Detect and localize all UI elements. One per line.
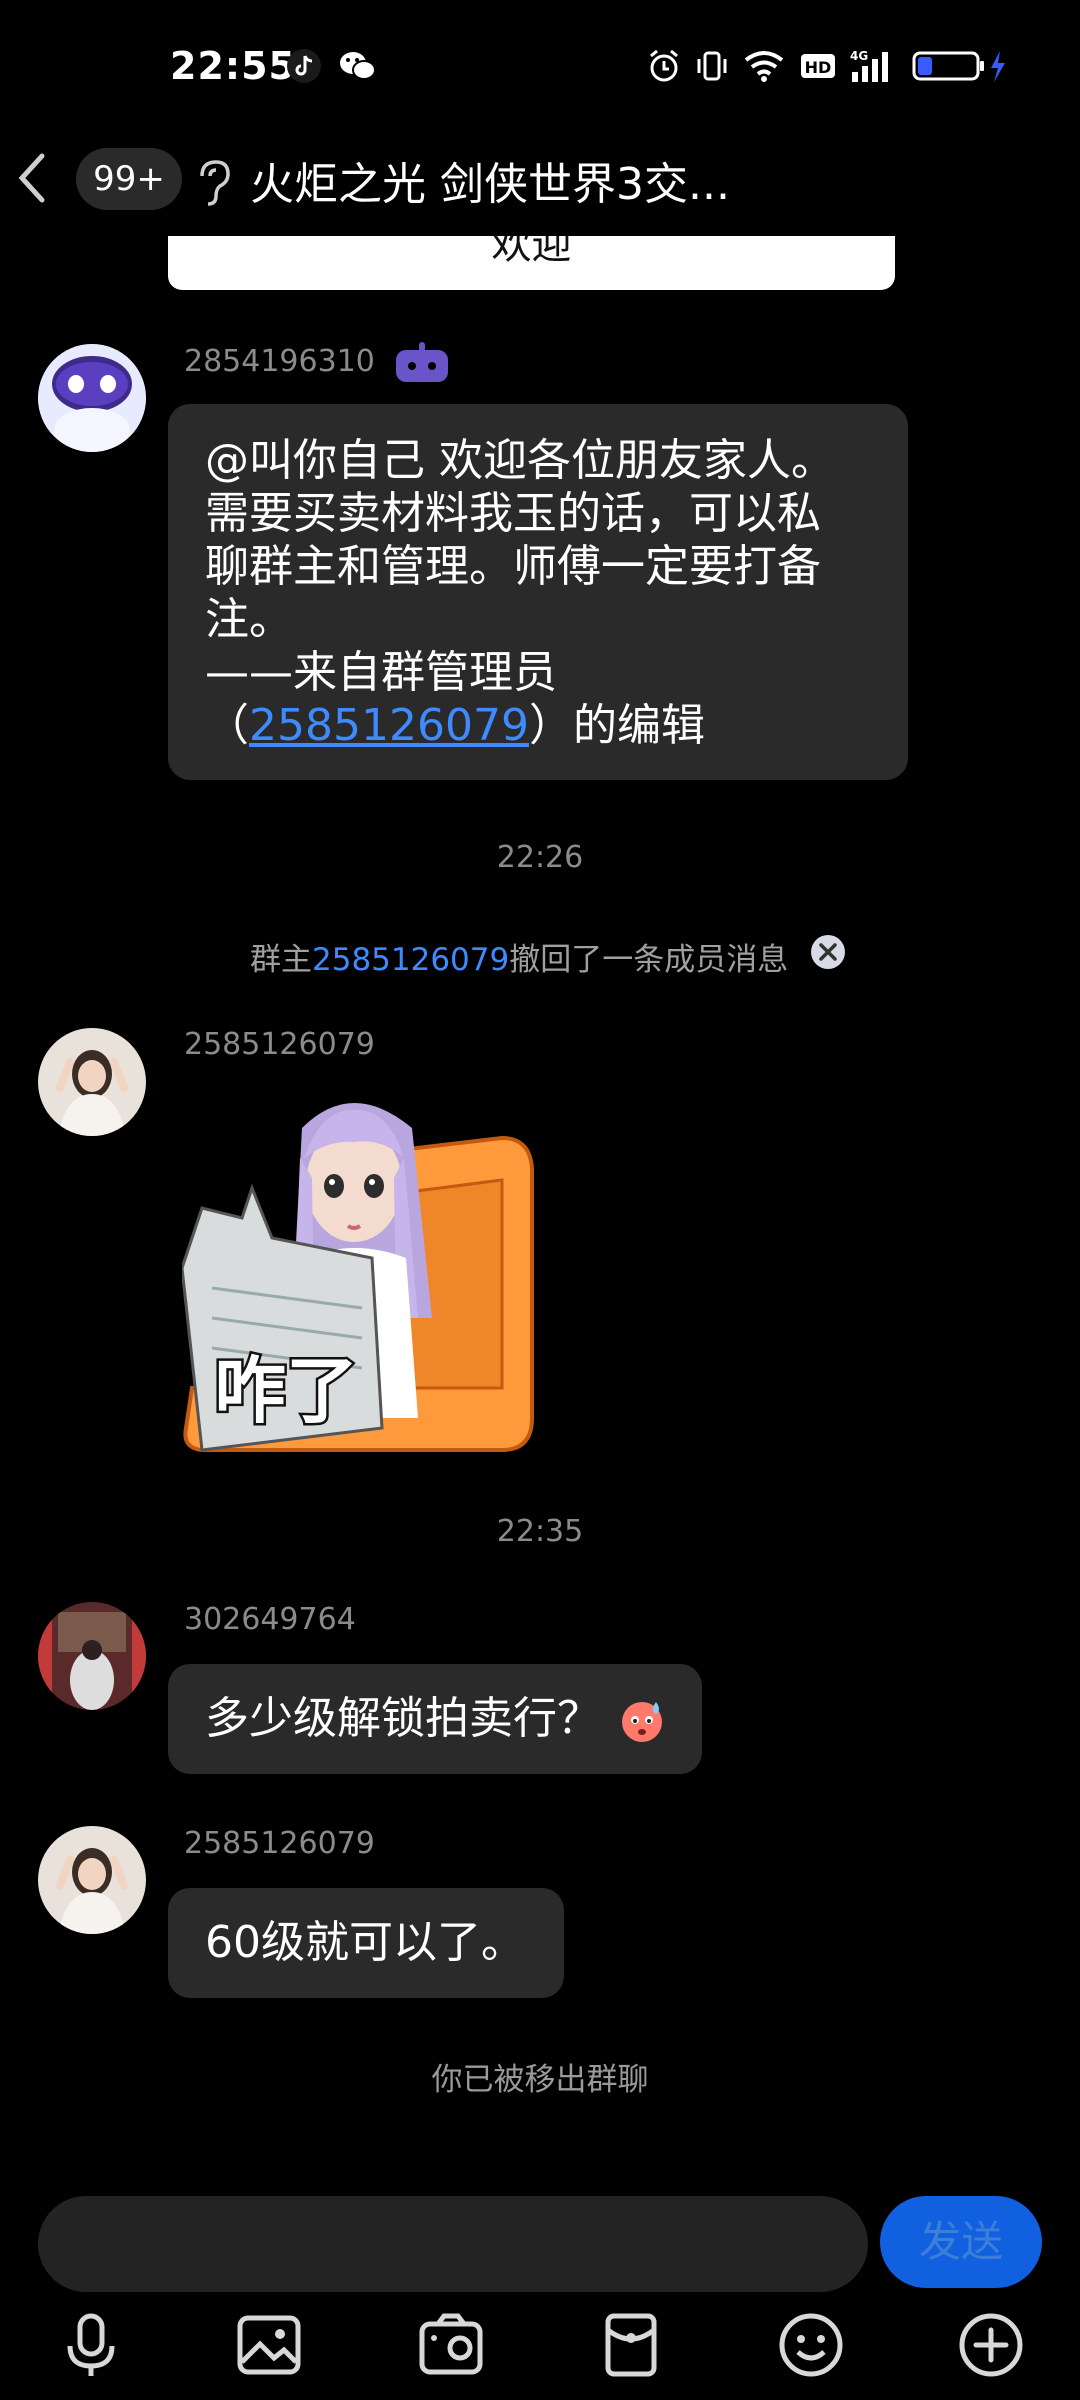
message-line: （2585126079）的编辑 — [205, 699, 871, 752]
recall-suffix: 撤回了一条成员消息 — [509, 942, 789, 978]
timestamp: 22:35 — [496, 1514, 584, 1549]
recall-notice: 群主2585126079撤回了一条成员消息 — [250, 934, 788, 979]
plus-icon[interactable] — [956, 2310, 1026, 2380]
open-paren: （ — [205, 700, 249, 751]
sticker-caption: 咋了 — [214, 1349, 358, 1433]
sticker-image[interactable]: 咋了 — [180, 1088, 535, 1452]
user-avatar[interactable] — [38, 1602, 146, 1710]
back-icon[interactable] — [14, 150, 50, 206]
user-avatar[interactable] — [38, 1826, 146, 1934]
sender-name[interactable]: 302649764 — [184, 1602, 356, 1637]
image-icon[interactable] — [234, 2310, 304, 2380]
tiktok-icon — [287, 49, 321, 83]
vibrate-icon — [697, 51, 727, 81]
unread-badge[interactable]: 99+ — [76, 148, 182, 210]
red-packet-icon[interactable] — [596, 2310, 666, 2380]
wechat-icon — [340, 52, 376, 80]
timestamp: 22:26 — [496, 840, 584, 875]
send-button[interactable]: 发送 — [880, 2196, 1042, 2288]
svg-text:4G: 4G — [850, 49, 868, 63]
message-bubble[interactable]: 多少级解锁拍卖行？ — [168, 1664, 702, 1774]
sender-name[interactable]: 2585126079 — [184, 1826, 375, 1861]
hd-icon: HD — [801, 54, 835, 78]
removed-notice: 你已被移出群聊 — [431, 2062, 649, 2098]
sweat-emoji-icon — [622, 1702, 662, 1742]
sender-name[interactable]: 2854196310 — [184, 344, 375, 379]
message-text: 多少级解锁拍卖行？ — [205, 1693, 601, 1744]
bot-avatar[interactable] — [38, 344, 146, 452]
message-line: 需要买卖材料我玉的话，可以私 — [205, 488, 821, 539]
chat-title[interactable]: 火炬之光 剑侠世界3交... — [250, 148, 730, 212]
alarm-icon — [650, 49, 678, 82]
mic-icon[interactable] — [56, 2310, 126, 2380]
sender-name[interactable]: 2585126079 — [184, 1027, 375, 1062]
svg-text:HD: HD — [805, 58, 832, 77]
wifi-icon — [744, 51, 784, 82]
earpiece-icon[interactable] — [192, 156, 232, 206]
recall-prefix: 群主 — [250, 942, 312, 978]
message-input[interactable] — [38, 2196, 868, 2292]
message-line: @叫你自己 欢迎各位朋友家人。 — [205, 435, 835, 486]
close-icon[interactable] — [810, 934, 846, 970]
status-time: 22:55 — [170, 44, 296, 88]
camera-icon[interactable] — [416, 2310, 486, 2380]
emoji-icon[interactable] — [776, 2310, 846, 2380]
message-line: 注。 — [205, 594, 293, 645]
message-bubble[interactable]: @叫你自己 欢迎各位朋友家人。 需要买卖材料我玉的话，可以私 聊群主和管理。师傅… — [168, 404, 908, 780]
owner-id-link[interactable]: 2585126079 — [312, 942, 509, 978]
battery-icon — [912, 51, 1005, 82]
line-suffix: ）的编辑 — [528, 700, 705, 751]
user-avatar[interactable] — [38, 1028, 146, 1136]
bot-icon — [396, 342, 448, 382]
signal-4g-icon: 4G — [850, 49, 888, 82]
message-line: 聊群主和管理。师傅一定要打备 — [205, 541, 821, 592]
message-bubble[interactable]: 60级就可以了。 — [168, 1888, 564, 1998]
previous-message-bubble[interactable]: 欢迎 — [168, 236, 895, 290]
message-text: 60级就可以了。 — [205, 1917, 525, 1968]
message-line: ——来自群管理员 — [205, 647, 557, 698]
previous-message-text: 欢迎 — [491, 236, 572, 268]
admin-id-link[interactable]: 2585126079 — [249, 700, 529, 751]
